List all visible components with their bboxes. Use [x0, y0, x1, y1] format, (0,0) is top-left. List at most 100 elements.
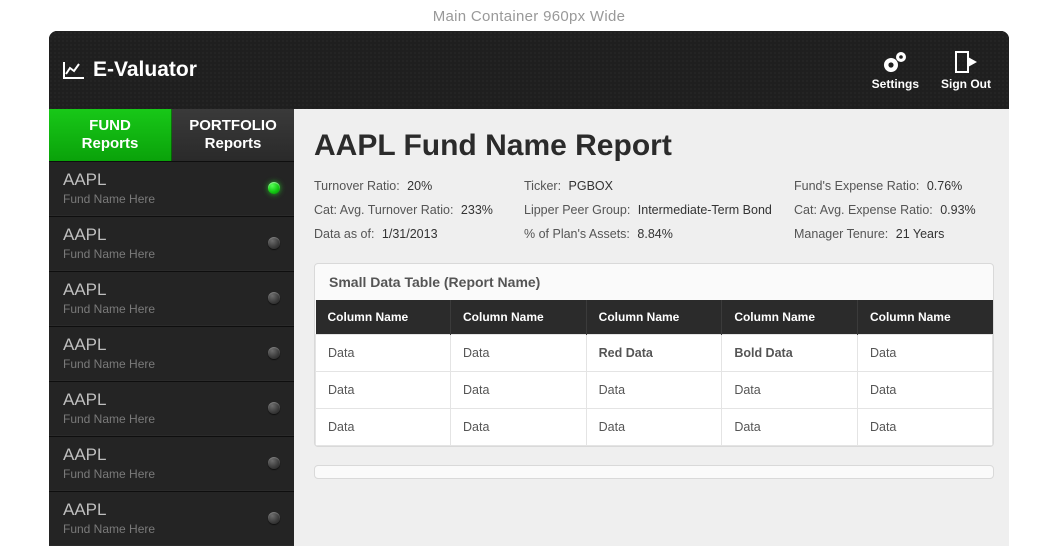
app-body: FUND Reports PORTFOLIO Reports AAPL Fund N…: [49, 109, 1009, 546]
sidebar-item[interactable]: AAPL Fund Name Here: [49, 216, 294, 271]
table-cell: Data: [722, 372, 858, 409]
tab-portfolio-reports[interactable]: PORTFOLIO Reports: [172, 109, 294, 161]
meta-field: Cat: Avg. Turnover Ratio: 233%: [314, 203, 514, 217]
sidebar-item-name: Fund Name Here: [63, 302, 155, 316]
sidebar-item-name: Fund Name Here: [63, 192, 155, 206]
meta-value: 20%: [404, 179, 433, 193]
table-cell: Data: [722, 409, 858, 446]
status-dot-icon: [268, 182, 280, 194]
signout-icon: [953, 49, 979, 75]
table-row: DataDataDataDataData: [316, 409, 993, 446]
meta-label: Ticker:: [524, 179, 561, 193]
sidebar-tabs: FUND Reports PORTFOLIO Reports: [49, 109, 294, 161]
sidebar-item-ticker: AAPL: [63, 500, 155, 520]
meta-label: Manager Tenure:: [794, 227, 888, 241]
column-header: Column Name: [722, 300, 858, 335]
table-cell: Bold Data: [722, 335, 858, 372]
sidebar-item[interactable]: AAPL Fund Name Here: [49, 271, 294, 326]
meta-field: Cat: Avg. Expense Ratio: 0.93%: [794, 203, 994, 217]
meta-value: 0.93%: [937, 203, 976, 217]
column-header: Column Name: [586, 300, 722, 335]
status-dot-icon: [268, 347, 280, 359]
meta-grid: Turnover Ratio: 20% Ticker: PGBOX Fund's E…: [314, 179, 994, 241]
meta-field: % of Plan's Assets: 8.84%: [524, 227, 784, 241]
table-cell: Data: [316, 335, 451, 372]
meta-field: Lipper Peer Group: Intermediate-Term Bon…: [524, 203, 784, 217]
sidebar: FUND Reports PORTFOLIO Reports AAPL Fund N…: [49, 109, 294, 546]
table-cell: Data: [857, 372, 992, 409]
sidebar-item[interactable]: AAPL Fund Name Here: [49, 381, 294, 436]
sidebar-item-name: Fund Name Here: [63, 412, 155, 426]
brand-name: E-Valuator: [93, 58, 197, 82]
meta-field: Ticker: PGBOX: [524, 179, 784, 193]
meta-field: Manager Tenure: 21 Years: [794, 227, 994, 241]
column-header: Column Name: [451, 300, 587, 335]
status-dot-icon: [268, 237, 280, 249]
data-table-title: Small Data Table (Report Name): [315, 264, 993, 300]
sidebar-item-name: Fund Name Here: [63, 522, 155, 536]
next-card-placeholder: [314, 465, 994, 479]
tab-label: PORTFOLIO Reports: [189, 117, 277, 153]
signout-button[interactable]: Sign Out: [941, 49, 991, 91]
meta-value: PGBOX: [565, 179, 613, 193]
status-dot-icon: [268, 512, 280, 524]
meta-label: Cat: Avg. Expense Ratio:: [794, 203, 933, 217]
sidebar-item-ticker: AAPL: [63, 225, 155, 245]
meta-value: 21 Years: [892, 227, 944, 241]
table-cell: Data: [857, 335, 992, 372]
table-cell: Data: [316, 372, 451, 409]
meta-label: Cat: Avg. Turnover Ratio:: [314, 203, 453, 217]
meta-value: 0.76%: [923, 179, 962, 193]
table-row: DataDataDataDataData: [316, 372, 993, 409]
meta-label: Turnover Ratio:: [314, 179, 400, 193]
meta-value: 8.84%: [634, 227, 673, 241]
sidebar-item-name: Fund Name Here: [63, 247, 155, 261]
table-cell: Data: [586, 372, 722, 409]
column-header: Column Name: [857, 300, 992, 335]
status-dot-icon: [268, 457, 280, 469]
brand: E-Valuator: [63, 58, 197, 82]
topbar: E-Valuator Settings Sign Out: [49, 31, 1009, 109]
meta-value: 233%: [457, 203, 492, 217]
data-table-card: Small Data Table (Report Name) Column Na…: [314, 263, 994, 447]
tab-fund-reports[interactable]: FUND Reports: [49, 109, 172, 161]
meta-label: Fund's Expense Ratio:: [794, 179, 919, 193]
sidebar-item[interactable]: AAPL Fund Name Here: [49, 161, 294, 216]
meta-label: Data as of:: [314, 227, 374, 241]
table-cell: Red Data: [586, 335, 722, 372]
sidebar-item-ticker: AAPL: [63, 335, 155, 355]
sidebar-item-ticker: AAPL: [63, 390, 155, 410]
settings-button[interactable]: Settings: [872, 49, 919, 91]
app-shell: E-Valuator Settings Sign Out FUND Report…: [49, 31, 1009, 546]
table-cell: Data: [451, 372, 587, 409]
table-cell: Data: [451, 335, 587, 372]
meta-label: Lipper Peer Group:: [524, 203, 630, 217]
chart-icon: [63, 61, 85, 79]
table-cell: Data: [586, 409, 722, 446]
sidebar-item-name: Fund Name Here: [63, 467, 155, 481]
sidebar-item[interactable]: AAPL Fund Name Here: [49, 326, 294, 381]
meta-field: Fund's Expense Ratio: 0.76%: [794, 179, 994, 193]
table-cell: Data: [857, 409, 992, 446]
meta-value: 1/31/2013: [378, 227, 437, 241]
meta-field: Data as of: 1/31/2013: [314, 227, 514, 241]
meta-label: % of Plan's Assets:: [524, 227, 630, 241]
sidebar-item-ticker: AAPL: [63, 445, 155, 465]
sidebar-item-ticker: AAPL: [63, 170, 155, 190]
main-content: AAPL Fund Name Report Turnover Ratio: 20…: [294, 109, 1009, 546]
data-table: Column NameColumn NameColumn NameColumn …: [315, 300, 993, 446]
status-dot-icon: [268, 292, 280, 304]
sidebar-item-name: Fund Name Here: [63, 357, 155, 371]
gear-icon: [881, 49, 909, 75]
sidebar-item[interactable]: AAPL Fund Name Here: [49, 436, 294, 491]
container-width-label: Main Container 960px Wide: [0, 0, 1058, 31]
status-dot-icon: [268, 402, 280, 414]
table-cell: Data: [451, 409, 587, 446]
tab-label: FUND Reports: [82, 117, 139, 153]
meta-field: Turnover Ratio: 20%: [314, 179, 514, 193]
sidebar-item-ticker: AAPL: [63, 280, 155, 300]
table-cell: Data: [316, 409, 451, 446]
meta-value: Intermediate-Term Bond: [634, 203, 772, 217]
page-title: AAPL Fund Name Report: [314, 129, 994, 163]
signout-label: Sign Out: [941, 77, 991, 91]
